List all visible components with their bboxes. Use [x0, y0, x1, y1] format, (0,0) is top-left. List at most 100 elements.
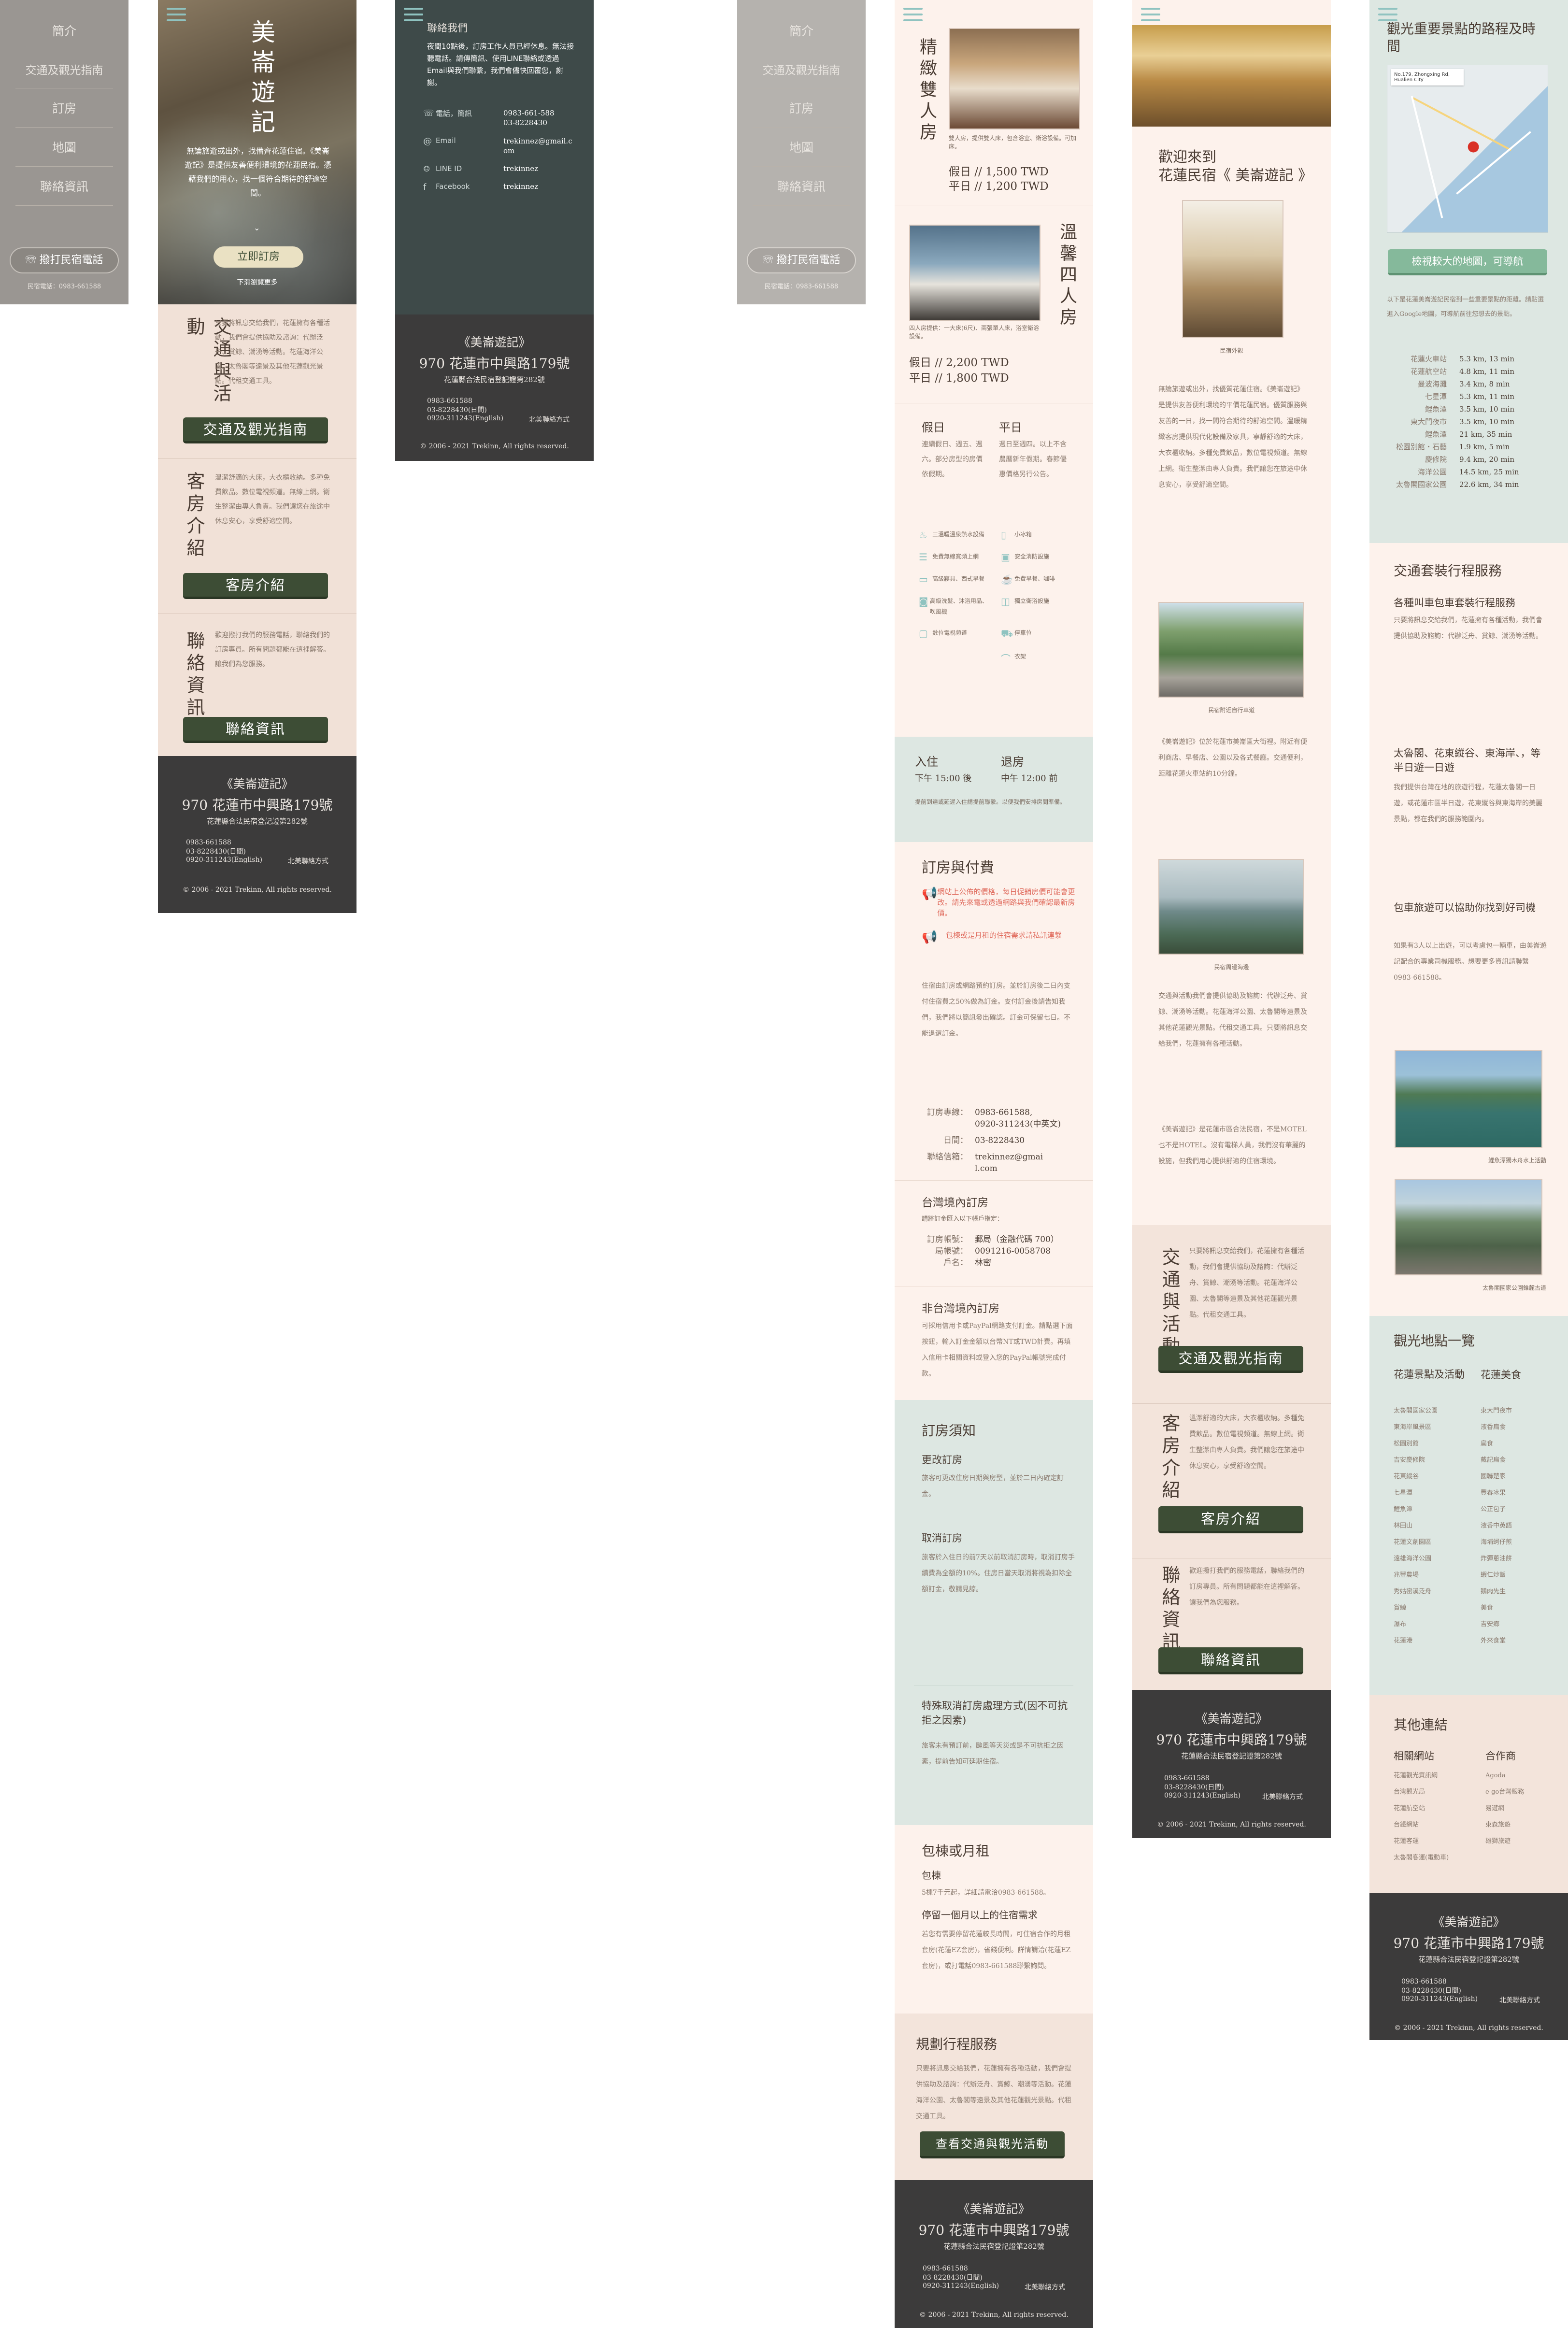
footer: 《美崙遊記》 970 花蓮市中興路179號 花蓮縣合法民宿登記證第282號 09…: [395, 314, 594, 461]
spot-item[interactable]: 兆豐農場: [1394, 1567, 1476, 1584]
food-item[interactable]: 公正包子: [1481, 1501, 1558, 1518]
double-room-photo[interactable]: [949, 28, 1080, 129]
spot-item[interactable]: 遠雄海洋公園: [1394, 1551, 1476, 1567]
spot-item[interactable]: 松園別館: [1394, 1436, 1476, 1452]
food-item[interactable]: 蝦仁炒飯: [1481, 1567, 1558, 1584]
footer-us-link[interactable]: 北美聯絡方式: [288, 856, 328, 866]
food-item[interactable]: 吉安鄉: [1481, 1616, 1558, 1633]
partner-link[interactable]: 東森旅遊: [1485, 1817, 1558, 1833]
traffic-text: 只要將訊息交給我們，花蓮擁有各種活動，我們會提供協助及諮詢：代辦泛舟、賞鯨、潮湧…: [1189, 1247, 1304, 1319]
contact-button[interactable]: 聯絡資訊: [1158, 1647, 1303, 1674]
spot-item[interactable]: 東海岸風景區: [1394, 1419, 1476, 1436]
tour-button[interactable]: 查看交通與觀光活動: [920, 2131, 1065, 2158]
related-link[interactable]: 花蓮航空站: [1394, 1800, 1481, 1817]
spot-item[interactable]: 花東縱谷: [1394, 1469, 1476, 1485]
scroll-more-link[interactable]: 下滑瀏覽更多: [158, 277, 356, 287]
map-embed[interactable]: ● No.179, Zhongxing Rd, Hualien City: [1387, 65, 1548, 233]
spot-item[interactable]: 林田山: [1394, 1518, 1476, 1534]
menu-item-booking[interactable]: 訂房: [15, 99, 113, 128]
menu-item-intro[interactable]: 簡介: [15, 22, 113, 50]
lobby-photo[interactable]: [1132, 25, 1331, 127]
menu-item-traffic[interactable]: 交通及觀光指南: [753, 61, 850, 88]
related-link[interactable]: 花蓮觀光資訊網: [1394, 1768, 1481, 1784]
hamburger-icon[interactable]: [1141, 8, 1160, 21]
gorge-photo[interactable]: [1395, 1179, 1542, 1275]
kayak-photo[interactable]: [1395, 1050, 1542, 1148]
spot-item[interactable]: 花蓮港: [1394, 1633, 1476, 1649]
menu-item-booking[interactable]: 訂房: [753, 99, 850, 128]
partner-link[interactable]: e-go台灣服務: [1485, 1784, 1558, 1800]
menu-item-intro[interactable]: 簡介: [753, 22, 850, 50]
spot-item[interactable]: 鯉魚潭: [1394, 1501, 1476, 1518]
welcome-title-2: 花蓮民宿《 美崙遊記 》: [1158, 167, 1313, 184]
spot-item[interactable]: 賞鯨: [1394, 1600, 1476, 1616]
hamburger-icon[interactable]: [1378, 8, 1397, 21]
partner-link[interactable]: 雄獅旅遊: [1485, 1833, 1558, 1850]
food-item[interactable]: 豐春冰果: [1481, 1485, 1558, 1501]
spot-item[interactable]: 七星潭: [1394, 1485, 1476, 1501]
welcome-text-3: 交通與活動我們會提供協助及諮詢：代辦泛舟、賞鯨、潮湧等活動。花蓮海洋公園、太魯閣…: [1158, 992, 1307, 1048]
footer-us-link[interactable]: 北美聯絡方式: [1499, 1995, 1540, 2005]
bikeway-photo[interactable]: [1158, 602, 1304, 698]
related-link[interactable]: 台灣觀光局: [1394, 1784, 1481, 1800]
food-item[interactable]: 國聯楚家: [1481, 1469, 1558, 1485]
rooms-button[interactable]: 客房介紹: [1158, 1506, 1303, 1533]
food-item[interactable]: 鵝肉先生: [1481, 1584, 1558, 1600]
quad-room-weekday: 平日 // 1,800 TWD: [909, 372, 1009, 385]
contact-button[interactable]: 聯絡資訊: [183, 717, 328, 743]
traffic-guide-button[interactable]: 交通及觀光指南: [183, 417, 328, 443]
contact-phone-value[interactable]: 0983-661-588 03-8228430: [503, 108, 555, 128]
menu-item-map[interactable]: 地圖: [15, 138, 113, 167]
contact-facebook-value[interactable]: trekinnez: [503, 182, 538, 192]
related-link[interactable]: 台鐵網站: [1394, 1817, 1481, 1833]
footer-us-link[interactable]: 北美聯絡方式: [1262, 1792, 1303, 1801]
menu-item-contact[interactable]: 聯絡資訊: [753, 177, 850, 206]
footer-us-link[interactable]: 北美聯絡方式: [1025, 2282, 1065, 2292]
food-item[interactable]: 海埔蚵仔煎: [1481, 1534, 1558, 1551]
book-now-button[interactable]: 立即訂房: [214, 246, 303, 268]
gorge-caption: 太魯閣國家公園錐麓古道: [1482, 1285, 1546, 1291]
footer-us-link[interactable]: 北美聯絡方式: [529, 414, 570, 424]
call-button[interactable]: ☏ 撥打民宿電話: [10, 247, 119, 273]
service-text3: 如果有3人以上出遊，可以考慮包一輛車，由美崙遊記配合的專業司機服務。想要更多資訊…: [1394, 942, 1547, 982]
menu-item-contact[interactable]: 聯絡資訊: [15, 177, 113, 206]
partner-link[interactable]: 易遊網: [1485, 1800, 1558, 1817]
beach-photo[interactable]: [1158, 859, 1304, 955]
rooms-button[interactable]: 客房介紹: [183, 573, 328, 599]
contact-email-value[interactable]: trekinnez@gmail.com: [503, 136, 576, 156]
spot-item[interactable]: 瀑布: [1394, 1616, 1476, 1633]
traffic-guide-button[interactable]: 交通及觀光指南: [1158, 1346, 1303, 1373]
traffic-section: 交通與活動 只要將訊息交給我們，花蓮擁有各種活動，我們會提供協助及諮詢：代辦泛舟…: [1132, 1225, 1331, 1404]
food-item[interactable]: 戴記扁食: [1481, 1452, 1558, 1469]
food-item[interactable]: 美食: [1481, 1600, 1558, 1616]
spot-item[interactable]: 秀姑巒溪泛舟: [1394, 1584, 1476, 1600]
food-item[interactable]: 液香扁食: [1481, 1419, 1558, 1436]
welcome-text-2: 《美崙遊記》位於花蓮市美崙區大街裡。附近有便利商店、早餐店、公園以及各式餐廳。交…: [1158, 738, 1307, 778]
notice-title: 訂房須知: [922, 1423, 976, 1439]
related-link[interactable]: 花蓮客運: [1394, 1833, 1481, 1850]
hamburger-icon[interactable]: [903, 8, 923, 21]
footer-phone3: 0920-311243(English): [186, 856, 263, 864]
footer-brand: 《美崙遊記》: [957, 2202, 1030, 2216]
food-item[interactable]: 東大門夜市: [1481, 1403, 1558, 1419]
food-item[interactable]: 外來食堂: [1481, 1633, 1558, 1649]
spot-item[interactable]: 太魯閣國家公園: [1394, 1403, 1476, 1419]
partner-link[interactable]: Agoda: [1485, 1768, 1558, 1784]
menu-item-traffic[interactable]: 交通及觀光指南: [15, 61, 113, 88]
food-item[interactable]: 扁食: [1481, 1436, 1558, 1452]
quad-room-photo[interactable]: [909, 225, 1041, 321]
hamburger-icon[interactable]: [167, 8, 186, 21]
booking-contact-table: 訂房專線： 0983-661588, 0920-311243(中英文) 日間： 03…: [927, 1108, 1061, 1173]
contact-line-value[interactable]: trekinnez: [503, 164, 538, 173]
menu-item-map[interactable]: 地圖: [753, 138, 850, 167]
related-link[interactable]: 太魯閣客運(電動車): [1394, 1850, 1481, 1866]
call-button[interactable]: ☏ 撥打民宿電話: [747, 247, 856, 273]
food-item[interactable]: 炸彈蔥油餅: [1481, 1551, 1558, 1567]
hamburger-icon[interactable]: [404, 8, 423, 21]
food-item[interactable]: 液香中英語: [1481, 1518, 1558, 1534]
exterior-photo[interactable]: [1182, 200, 1283, 338]
cancel-text: 旅客於入住日的前7天以前取消訂房時，取消訂房手續費為全額的10%。住房日當天取消…: [922, 1554, 1075, 1593]
spot-item[interactable]: 吉安慶修院: [1394, 1452, 1476, 1469]
spot-item[interactable]: 花蓮文創園區: [1394, 1534, 1476, 1551]
map-large-button[interactable]: 檢視較大的地圖，可導航: [1388, 249, 1547, 275]
